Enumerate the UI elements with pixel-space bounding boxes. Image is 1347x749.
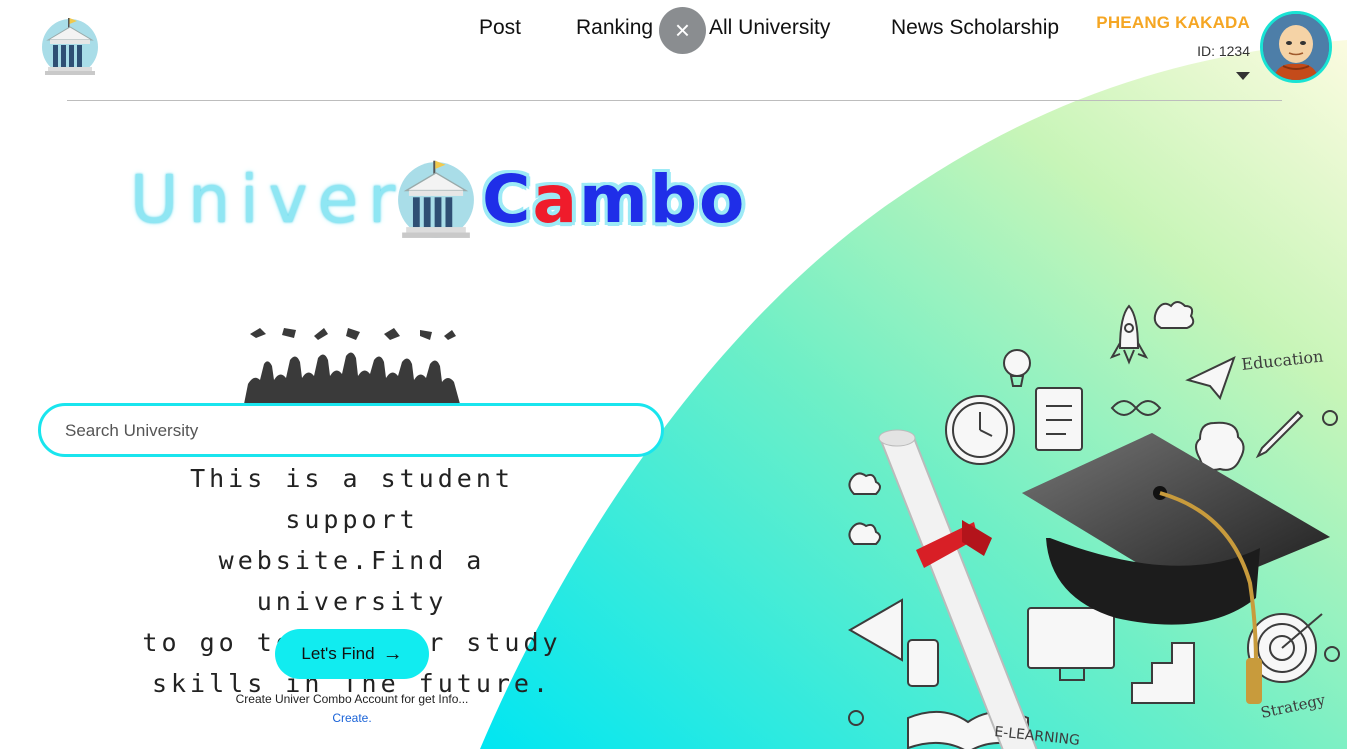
user-name: PHEANG KAKADA: [1096, 13, 1250, 32]
search-input[interactable]: [63, 406, 627, 456]
education-illustration: Education E-LEARNING Strategy: [847, 301, 1340, 749]
create-account-link[interactable]: Create.: [332, 711, 371, 725]
tagline-line: website.Find a university: [218, 546, 486, 616]
brand-letter-o: o: [699, 161, 747, 238]
brand-univer-text: Univer: [130, 161, 406, 238]
brand-letter-b: b: [649, 161, 700, 238]
brand-cambo-text: Cambo: [482, 160, 746, 240]
user-id: ID: 1234: [1197, 43, 1250, 59]
brand-letter-m: m: [578, 161, 650, 238]
univer-cambo-logo-icon[interactable]: [40, 16, 100, 78]
create-account-note: Create Univer Combo Account for get Info…: [234, 690, 470, 728]
university-building-icon: [398, 160, 474, 238]
brand-letter-c: C: [482, 161, 533, 238]
lets-find-label: Let's Find: [301, 644, 375, 663]
nav-ranking[interactable]: Ranking: [576, 16, 653, 40]
nav-all-university[interactable]: All University: [709, 16, 830, 40]
close-icon: ×: [674, 15, 691, 45]
avatar-image: [1263, 14, 1329, 80]
search-container: [38, 403, 664, 457]
close-button[interactable]: ×: [659, 7, 706, 54]
tagline-line: This is a student support: [190, 464, 514, 534]
brand-letter-a: a: [532, 161, 579, 238]
nav-news-scholarship[interactable]: News Scholarship: [891, 16, 1059, 40]
header-divider: [67, 100, 1282, 101]
lets-find-button[interactable]: Let's Find →: [275, 629, 429, 679]
avatar[interactable]: [1260, 11, 1332, 83]
arrow-right-icon: →: [382, 642, 403, 665]
chevron-down-icon[interactable]: [1236, 72, 1250, 80]
strategy-label: Strategy: [1259, 691, 1327, 722]
create-account-text: Create Univer Combo Account for get Info…: [235, 692, 469, 706]
nav-post[interactable]: Post: [479, 16, 521, 40]
graduation-crowd-illustration: [244, 328, 460, 404]
education-label: Education: [1240, 346, 1324, 373]
